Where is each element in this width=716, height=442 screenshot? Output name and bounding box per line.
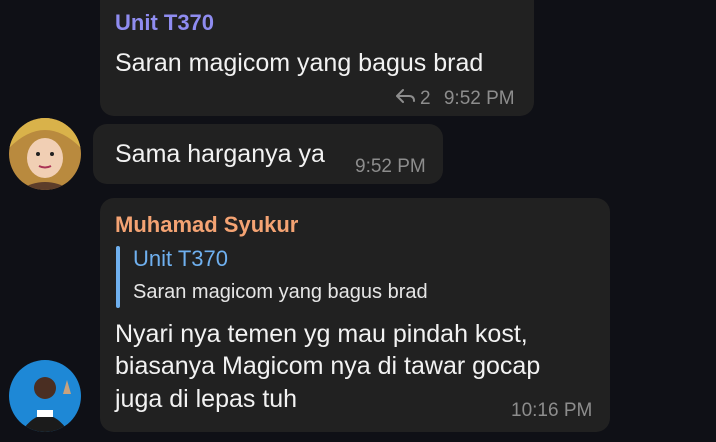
message-text: Sama harganya ya [115,140,325,168]
message-time: 9:52 PM [443,88,515,110]
quote-bar [116,246,120,308]
quote-sender: Unit T370 [133,246,228,271]
message-footer: 2 9:52 PM [396,88,515,110]
message-text: Saran magicom yang bagus brad [115,49,484,77]
sender-name[interactable]: Unit T370 [115,10,214,36]
sender-name[interactable]: Muhamad Syukur [115,212,298,238]
reply-count[interactable]: 2 [420,88,431,109]
message-line-1: Nyari nya temen yg mau pindah kost, [115,320,528,348]
message-time: 9:52 PM [355,156,426,177]
message-line-3: juga di lepas tuh [115,385,298,413]
message-bubble-1[interactable]: Unit T370 Saran magicom yang bagus brad … [100,0,534,116]
avatar-user-2[interactable] [9,360,81,432]
quoted-reply[interactable]: Unit T370 Saran magicom yang bagus brad [116,246,516,308]
avatar-user-1[interactable] [9,118,81,190]
message-bubble-3[interactable]: Muhamad Syukur Unit T370 Saran magicom y… [100,198,610,432]
message-line-2: biasanya Magicom nya di tawar gocap [115,352,541,380]
message-time: 10:16 PM [511,400,593,421]
quote-text: Saran magicom yang bagus brad [133,281,428,303]
message-bubble-2[interactable]: Sama harganya ya 9:52 PM [93,124,443,184]
reply-icon[interactable] [396,88,416,110]
